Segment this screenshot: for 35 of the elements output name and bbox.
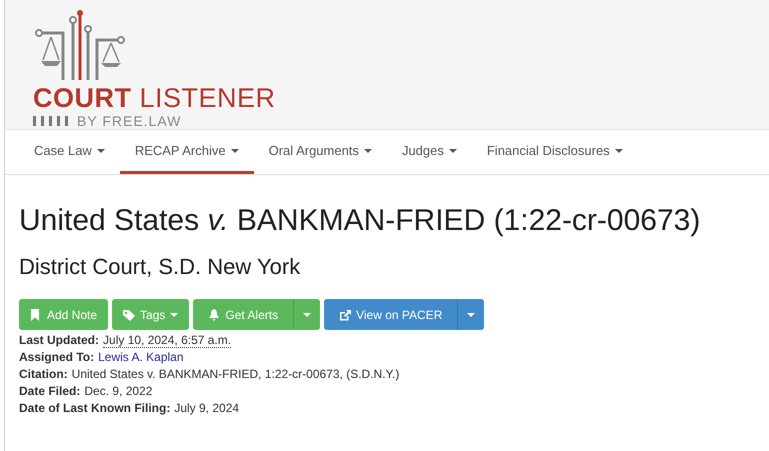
caret-icon <box>303 312 312 316</box>
caret-icon <box>170 312 178 316</box>
judge-link[interactable]: Lewis A. Kaplan <box>98 350 184 364</box>
caret-icon <box>448 148 457 152</box>
nav-tab[interactable]: RECAP Archive <box>120 130 254 174</box>
field-label: Citation: <box>19 367 68 381</box>
caret-icon <box>467 312 476 316</box>
caret-icon <box>364 148 372 152</box>
nav-tab[interactable]: Case Law <box>19 130 120 174</box>
field-value: July 9, 2024 <box>174 401 240 415</box>
court-name: District Court, S.D. New York <box>19 253 302 281</box>
field-value: United States v. BANKMAN-FRIED, 1:22-cr-00673, (S.D.N.Y.) <box>72 367 400 381</box>
bell-icon <box>208 308 220 320</box>
caret-icon <box>96 148 105 152</box>
nav-tab[interactable]: Oral Arguments <box>254 130 387 174</box>
field-label: Date of Last Known Filing: <box>19 401 170 415</box>
bookmark-icon <box>30 308 42 320</box>
dropdown-toggle[interactable] <box>457 299 484 330</box>
dropdown-toggle[interactable] <box>293 299 320 330</box>
logo-title: COURT LISTENER <box>33 84 277 112</box>
logo-subtitle: BY FREE.LAW <box>77 113 182 129</box>
caret-icon <box>230 148 239 152</box>
caret-icon <box>614 148 623 152</box>
field-label: Assigned To: <box>19 350 94 364</box>
bars-icon <box>33 116 71 126</box>
field-value: Dec. 9, 2022 <box>84 384 152 398</box>
external-link-icon <box>339 308 352 320</box>
case-title: United States v. BANKMAN-FRIED (1:22-cr-00673) <box>19 203 702 239</box>
tag-icon <box>123 308 136 320</box>
nav-tab[interactable]: Financial Disclosures <box>472 130 638 174</box>
button[interactable]: View on PACER <box>324 299 458 330</box>
field-label: Last Updated: <box>19 333 100 347</box>
timestamp: July 10, 2024, 6:57 a.m. <box>103 333 232 348</box>
field-label: Date Filed: <box>19 384 80 398</box>
nav-tab[interactable]: Judges <box>386 130 472 174</box>
